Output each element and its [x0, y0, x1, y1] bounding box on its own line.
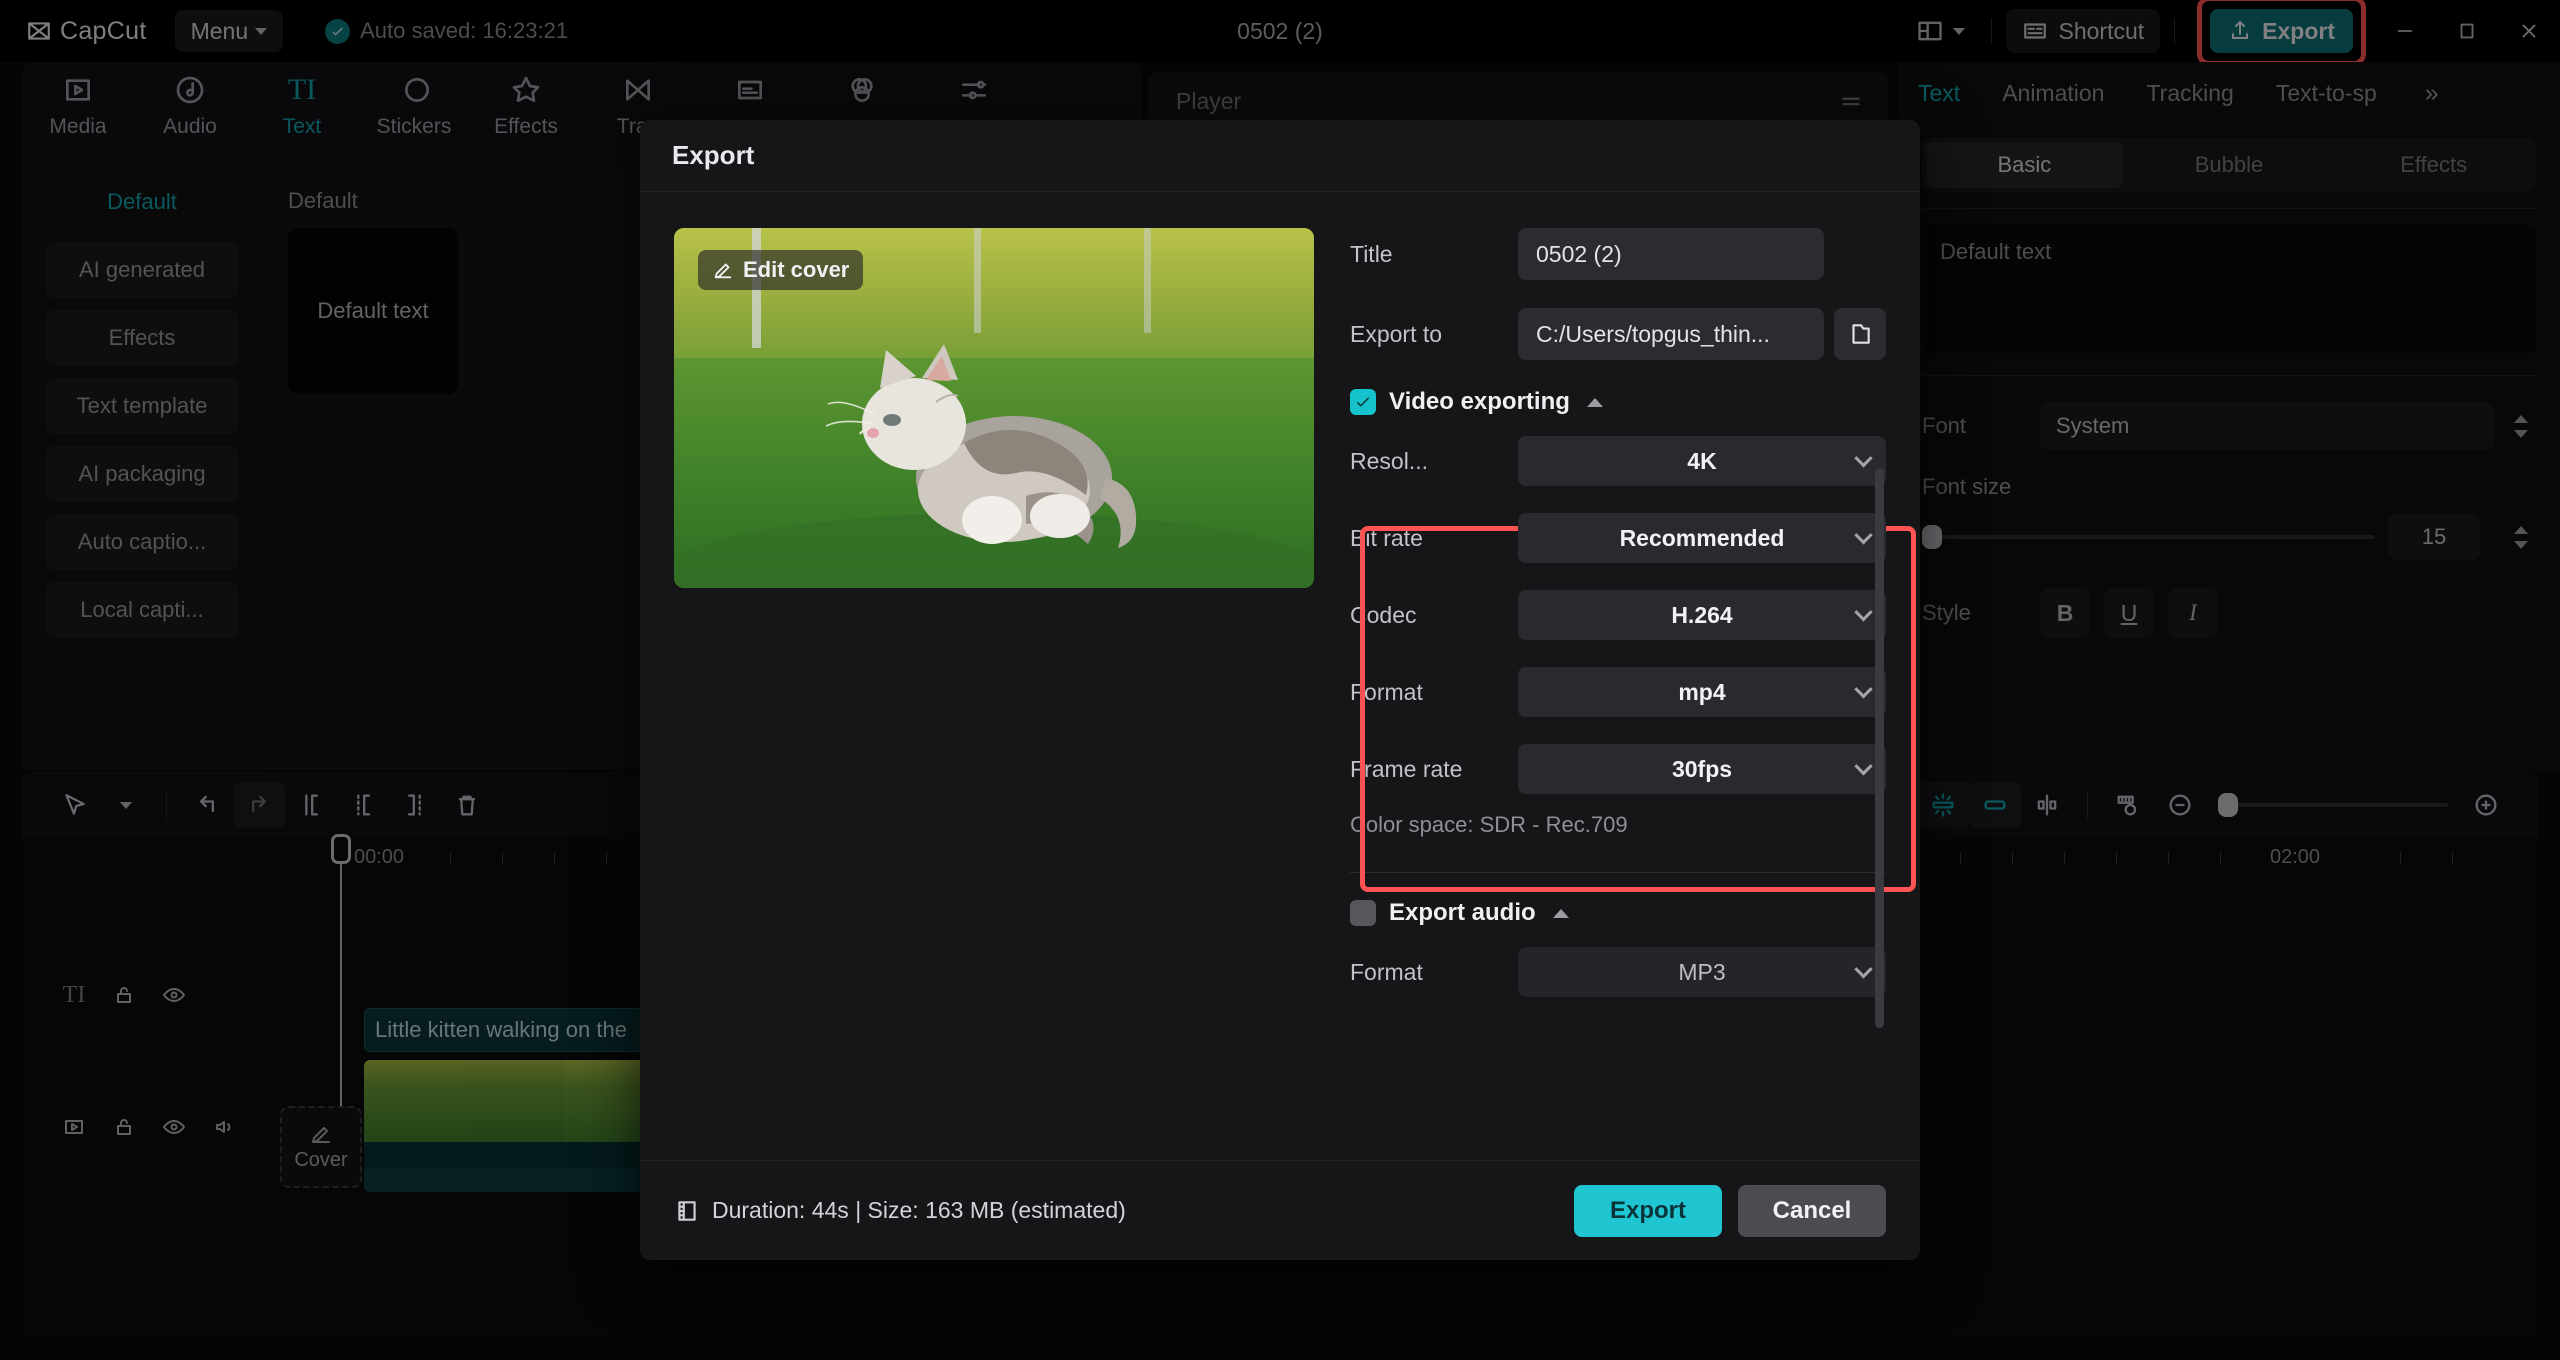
dialog-scrollbar[interactable] — [1875, 468, 1884, 1028]
chevron-down-icon — [1854, 756, 1873, 783]
export-audio-title: Export audio — [1389, 899, 1536, 926]
framerate-label: Frame rate — [1350, 755, 1463, 782]
chevron-down-icon — [1854, 448, 1873, 475]
edit-cover-button[interactable]: Edit cover — [698, 250, 864, 290]
bitrate-label: Bit rate — [1350, 524, 1423, 551]
chevron-down-icon — [1854, 602, 1873, 629]
video-exporting-checkbox[interactable] — [1350, 389, 1376, 415]
cover-preview[interactable]: Edit cover — [674, 228, 1314, 588]
dialog-buttons: Export Cancel — [1574, 1184, 1886, 1237]
chevron-down-icon — [1854, 679, 1873, 706]
codec-label: Codec — [1350, 601, 1417, 628]
cover-column: Edit cover — [674, 228, 1314, 1172]
video-format-value: mp4 — [1678, 678, 1726, 705]
export-summary-text: Duration: 44s | Size: 163 MB (estimated) — [712, 1197, 1126, 1223]
audio-format-select[interactable]: MP3 — [1518, 947, 1886, 997]
audio-format-row: Format MP3 — [1350, 947, 1886, 997]
video-format-select[interactable]: mp4 — [1518, 667, 1886, 717]
bitrate-row: Bit rate Recommended — [1350, 513, 1886, 563]
title-row: Title 0502 (2) — [1350, 228, 1886, 280]
title-label: Title — [1350, 240, 1393, 267]
chevron-down-icon — [1854, 525, 1873, 552]
export-to-label: Export to — [1350, 320, 1443, 347]
bitrate-value: Recommended — [1619, 524, 1785, 551]
bitrate-select[interactable]: Recommended — [1518, 513, 1886, 563]
dialog-header: Export — [640, 120, 1920, 192]
chevron-down-icon — [1854, 959, 1873, 986]
resolution-select[interactable]: 4K — [1518, 436, 1886, 486]
codec-row: Codec H.264 — [1350, 590, 1886, 640]
title-field[interactable]: 0502 (2) — [1518, 228, 1824, 280]
video-format-row: Format mp4 — [1350, 667, 1886, 717]
dialog-title: Export — [672, 140, 755, 170]
codec-value: H.264 — [1671, 601, 1733, 628]
video-exporting-header: Video exporting — [1350, 388, 1886, 416]
framerate-select[interactable]: 30fps — [1518, 744, 1886, 794]
dialog-export-button[interactable]: Export — [1574, 1184, 1722, 1237]
chevron-up-icon[interactable] — [1586, 397, 1603, 407]
video-format-label: Format — [1350, 678, 1423, 705]
divider — [1350, 872, 1886, 873]
audio-format-value: MP3 — [1678, 958, 1726, 985]
folder-icon[interactable] — [1834, 308, 1886, 360]
chevron-up-icon[interactable] — [1552, 908, 1569, 918]
framerate-row: Frame rate 30fps — [1350, 744, 1886, 794]
settings-column: Title 0502 (2) Export to C:/Users/topgus… — [1314, 228, 1916, 1172]
resolution-value: 4K — [1687, 447, 1717, 474]
framerate-value: 30fps — [1671, 755, 1733, 782]
edit-cover-label: Edit cover — [743, 257, 850, 282]
export-summary: Duration: 44s | Size: 163 MB (estimated) — [674, 1197, 1126, 1224]
video-exporting-title: Video exporting — [1389, 388, 1570, 415]
video-options-wrapper: Resol... 4K Bit rate Recommended Codec H… — [1350, 436, 1916, 892]
export-audio-header: Export audio — [1350, 899, 1886, 927]
resolution-label: Resol... — [1350, 447, 1428, 474]
capcut-app-window: CapCut Menu Auto saved: 16:23:21 0502 (2… — [0, 0, 2560, 1360]
export-path-row: Export to C:/Users/topgus_thin... — [1350, 308, 1886, 360]
dialog-cancel-button[interactable]: Cancel — [1738, 1184, 1886, 1237]
color-space-text: Color space: SDR - Rec.709 — [1350, 812, 1628, 837]
export-dialog: Export Edit cover Title 0502 (2) Export … — [640, 120, 1920, 1260]
resolution-row: Resol... 4K — [1350, 436, 1886, 486]
pencil-icon — [712, 259, 734, 281]
export-path-field[interactable]: C:/Users/topgus_thin... — [1518, 308, 1824, 360]
export-audio-checkbox[interactable] — [1350, 900, 1376, 926]
dialog-body: Edit cover Title 0502 (2) Export to C:/U… — [640, 192, 1920, 1172]
codec-select[interactable]: H.264 — [1518, 590, 1886, 640]
film-icon — [674, 1198, 700, 1224]
dialog-footer: Duration: 44s | Size: 163 MB (estimated)… — [640, 1160, 1920, 1260]
audio-format-label: Format — [1350, 958, 1423, 985]
